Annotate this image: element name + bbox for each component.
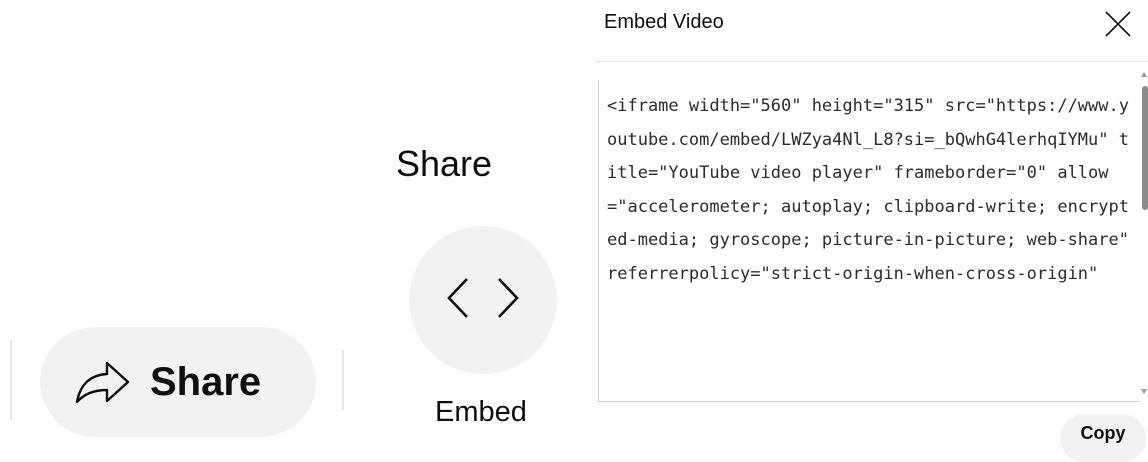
left-divider (10, 340, 12, 420)
embed-label: Embed (435, 396, 527, 428)
share-button[interactable]: Share (40, 327, 316, 437)
embed-code-textarea[interactable]: <iframe width="560" height="315" src="ht… (598, 80, 1140, 402)
close-icon (1104, 10, 1132, 43)
scrollbar-thumb[interactable] (1142, 86, 1148, 210)
header-divider (596, 61, 1148, 62)
close-button[interactable] (1100, 8, 1136, 44)
scroll-down-arrow-icon[interactable] (1140, 384, 1148, 396)
share-arrow-icon (74, 357, 132, 407)
embed-button[interactable] (409, 226, 557, 374)
share-button-label: Share (150, 359, 262, 404)
middle-divider (342, 350, 344, 410)
share-heading: Share (396, 143, 493, 184)
scroll-up-arrow-icon[interactable] (1140, 68, 1148, 80)
code-brackets-icon (445, 275, 521, 326)
dialog-title: Embed Video (604, 11, 724, 33)
